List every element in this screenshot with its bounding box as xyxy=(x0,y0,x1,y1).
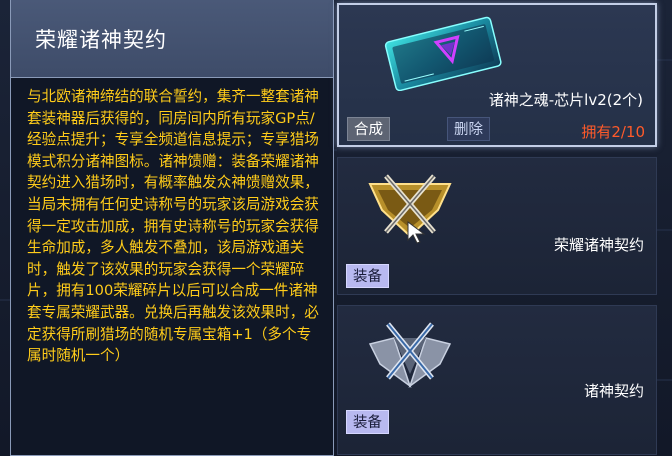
tooltip-title: 荣耀诸神契约 xyxy=(35,28,167,52)
delete-button[interactable]: 删除 xyxy=(447,117,490,141)
equip-button[interactable]: 装备 xyxy=(346,264,389,288)
mouse-cursor-icon xyxy=(407,221,426,244)
item-card-contract[interactable]: 诸神契约 装备 xyxy=(337,305,657,455)
tooltip-description: 与北欧诸神缔结的联合誓约，集齐一整套诸神套装神器后获得的，同房间内所有玩家GP点… xyxy=(27,88,319,365)
item-name: 荣耀诸神契约 xyxy=(553,236,644,254)
item-name: 诸神之魂-芯片lv2(2个) xyxy=(488,91,643,109)
item-tooltip-panel: 荣耀诸神契约 与北欧诸神缔结的联合誓约，集齐一整套诸神套装神器后获得的，同房间内… xyxy=(10,0,334,456)
equip-button[interactable]: 装备 xyxy=(346,410,389,434)
chip-card-icon xyxy=(384,16,502,91)
item-card-chip[interactable]: 诸神之魂-芯片lv2(2个) 合成 删除 拥有2/10 xyxy=(337,3,657,147)
item-name: 诸神契约 xyxy=(583,382,644,400)
silver-crossed-weapons-badge-icon xyxy=(368,322,452,388)
tooltip-header: 荣耀诸神契约 xyxy=(11,0,333,78)
owned-count: 拥有2/10 xyxy=(581,123,645,141)
combine-button[interactable]: 合成 xyxy=(347,117,390,141)
item-card-glory-contract[interactable]: 荣耀诸神契约 装备 xyxy=(337,157,657,295)
